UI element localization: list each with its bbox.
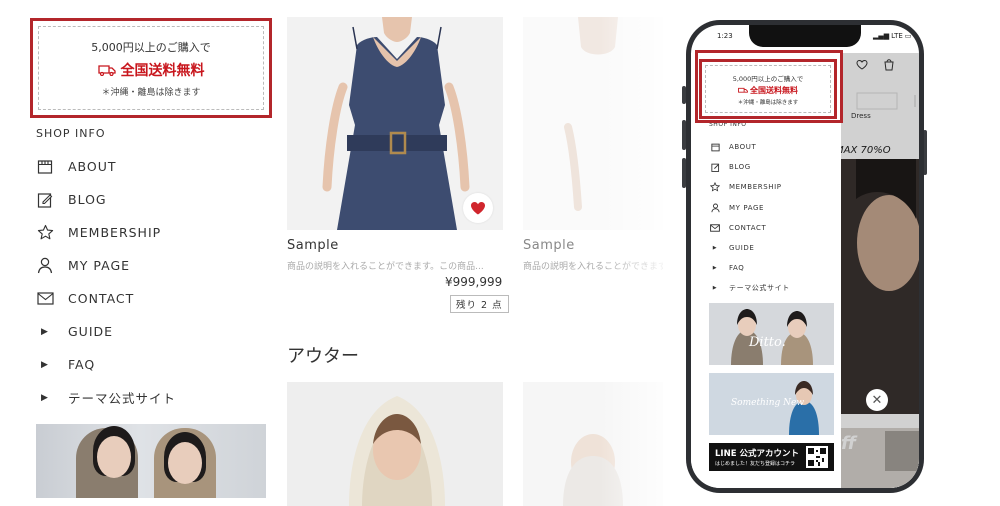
mobile-item-label: CONTACT (729, 223, 767, 232)
mobile-item-contact[interactable]: CONTACT (709, 218, 829, 238)
banner-line1: 5,000円以上のご購入で (91, 40, 211, 54)
caret-right-icon: ▶ (41, 392, 49, 403)
sidebar-item-label: テーマ公式サイト (68, 391, 177, 406)
product-desc: 商品の説明を入れることができます。この商品... (287, 262, 484, 272)
something-new-logo: Something New (731, 398, 805, 408)
model-face (97, 436, 131, 478)
product-name[interactable]: Sample (287, 238, 339, 253)
content-fade (600, 0, 690, 506)
caret-right-icon: ▶ (712, 285, 718, 292)
sidebar-item-label: MY PAGE (68, 258, 131, 273)
caret-right-icon: ▶ (712, 245, 718, 252)
free-shipping-banner[interactable]: 5,000円以上のご購入で 全国送料無料 ＊沖縄・離島は除きます (30, 18, 272, 118)
mobile-item-label: MY PAGE (729, 203, 765, 212)
product-name[interactable]: Sample (523, 238, 575, 253)
mobile-item-label: ABOUT (729, 143, 757, 152)
edit-icon (709, 163, 721, 172)
sidebar-item-guide[interactable]: ▶ GUIDE (36, 315, 266, 348)
battery-icon: ▭ (904, 32, 912, 40)
caret-right-icon: ▶ (41, 326, 49, 337)
ditto-banner-art (709, 303, 834, 365)
sidebar-item-membership[interactable]: MEMBERSHIP (36, 216, 266, 249)
caret-right-icon: ▶ (41, 359, 49, 370)
line-banner-title: LINE 公式アカウント (715, 449, 799, 459)
shop-icon (709, 143, 721, 152)
sidebar-item-contact[interactable]: CONTACT (36, 282, 266, 315)
mobile-item-mypage[interactable]: MY PAGE (709, 198, 829, 218)
caret-right-icon: ▶ (712, 265, 718, 272)
product-image[interactable] (287, 382, 503, 506)
network-label: LTE (891, 32, 903, 40)
sidebar-item-label: FAQ (68, 357, 96, 372)
sidebar-item-mypage[interactable]: MY PAGE (36, 249, 266, 282)
mobile-menu: ABOUT BLOG MEMBERSHIP MY PAGE CONTACT ▶ G… (709, 137, 829, 299)
user-icon (36, 257, 54, 275)
mobile-item-label: FAQ (729, 264, 745, 273)
sidebar-feature-banner[interactable] (36, 424, 266, 498)
mobile-item-about[interactable]: ABOUT (709, 137, 829, 157)
shop-icon (36, 158, 54, 176)
mobile-item-guide[interactable]: ▶ GUIDE (709, 238, 829, 258)
sidebar-item-theme-site[interactable]: ▶ テーマ公式サイト (36, 381, 266, 414)
sidebar-item-label: BLOG (68, 192, 107, 207)
user-icon (709, 203, 721, 213)
stock-badge: 残り 2 点 (450, 295, 509, 313)
highlight-frame (695, 50, 843, 123)
mail-icon (709, 224, 721, 232)
mobile-item-label: BLOG (729, 163, 751, 172)
mobile-item-blog[interactable]: BLOG (709, 157, 829, 177)
mail-icon (36, 290, 54, 308)
heart-icon (471, 202, 485, 215)
mobile-item-label: MEMBERSHIP (729, 183, 782, 192)
drawer-overlay[interactable] (841, 53, 919, 488)
truck-icon (97, 64, 116, 76)
favorite-button[interactable] (463, 193, 493, 223)
ditto-logo: Ditto. (749, 335, 786, 350)
mobile-feature-banner-something-new[interactable]: Something New (709, 373, 834, 435)
qr-code-icon (806, 446, 828, 468)
mobile-item-membership[interactable]: MEMBERSHIP (709, 177, 829, 197)
phone-notch (749, 25, 861, 47)
status-icons: ▂▄▆ LTE ▭ (873, 32, 911, 40)
mobile-item-label: GUIDE (729, 244, 755, 253)
edit-icon (36, 191, 54, 209)
sidebar-item-faq[interactable]: ▶ FAQ (36, 348, 266, 381)
signal-icon: ▂▄▆ (873, 32, 890, 40)
sidebar-item-label: CONTACT (68, 291, 135, 306)
mobile-item-label: テーマ公式サイト (729, 284, 790, 293)
sidebar-item-label: GUIDE (68, 324, 114, 339)
banner-line2: 全国送料無料 (97, 60, 205, 80)
sidebar-item-label: ABOUT (68, 159, 117, 174)
sidebar-item-about[interactable]: ABOUT (36, 150, 266, 183)
mobile-item-faq[interactable]: ▶ FAQ (709, 258, 829, 278)
mobile-line-banner[interactable]: LINE 公式アカウント はじめました！友だち登録はコチラ (709, 443, 834, 471)
mobile-feature-banner-ditto[interactable]: Ditto. (709, 303, 834, 365)
mobile-item-theme-site[interactable]: ▶ テーマ公式サイト (709, 278, 829, 298)
star-icon (709, 182, 721, 193)
sidebar-item-label: MEMBERSHIP (68, 225, 162, 240)
sidebar-item-blog[interactable]: BLOG (36, 183, 266, 216)
line-banner-sub: はじめました！友だち登録はコチラ (715, 461, 796, 467)
close-drawer-button[interactable]: ✕ (866, 389, 888, 411)
shop-info-title: SHOP INFO (36, 127, 106, 140)
banner-line2-text: 全国送料無料 (120, 62, 205, 79)
status-time: 1:23 (717, 32, 733, 40)
section-title-outer: アウター (287, 346, 359, 367)
product-photo-hoodie (287, 382, 503, 506)
model-face (168, 442, 202, 484)
page-root: 5,000円以上のご購入で 全国送料無料 ＊沖縄・離島は除きます SHOP IN… (0, 0, 1000, 506)
close-icon: ✕ (871, 392, 883, 408)
shop-info-menu: ABOUT BLOG MEMBERSHIP MY PAGE CONTACT ▶ … (36, 150, 266, 414)
banner-line3: ＊沖縄・離島は除きます (101, 87, 201, 98)
product-price: ¥999,999 (445, 275, 503, 289)
star-icon (36, 224, 54, 242)
